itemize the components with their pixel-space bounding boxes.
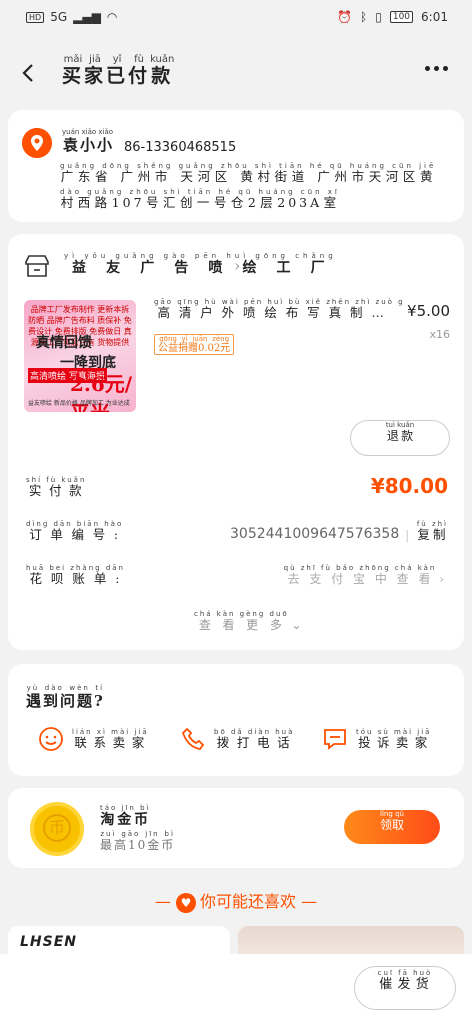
taojinbi-card: 币 淘金币táo jīn bì 最高10金币zuì gāo jīn bì 领取l… xyxy=(8,788,464,868)
more-icon[interactable] xyxy=(425,66,448,71)
nav-bar: 买mǎi家jiā已yǐ付fù款kuǎn xyxy=(0,50,472,96)
bottom-bar: 催发货cuī fā huò xyxy=(0,954,472,1024)
charity-tag: 公益捐赠0.02元gōng yì juān zèng xyxy=(154,334,235,355)
product-price: ¥5.00 xyxy=(407,302,450,320)
page-title: 买mǎi家jiā已yǐ付fù款kuǎn xyxy=(62,54,175,87)
phone-icon xyxy=(181,727,205,750)
brand-logo: LHSEN xyxy=(20,934,78,950)
signal-icon: ▂▄▆ xyxy=(73,10,101,24)
wifi-icon: ◠ xyxy=(106,10,118,24)
address-card[interactable]: 袁小小yuán xiǎo xiǎo 86-13360468515 广东省 广州市… xyxy=(8,110,464,222)
heart-icon: ♥ xyxy=(175,892,196,913)
contact-seller-button[interactable]: 联系卖家lián xì mài jiā xyxy=(38,726,149,752)
call-button[interactable]: 拨打电话bō dǎ diàn huà xyxy=(180,726,294,752)
product-title[interactable]: 高清户外喷绘布写真制作广告…gāo qīng hù wài pēn huì bù… xyxy=(154,298,402,321)
network-indicator: 5G xyxy=(50,10,68,24)
order-number-label: 订单编号:dìng dān biān hào xyxy=(26,520,124,542)
complaint-icon xyxy=(324,729,346,750)
recommend-header: — ♥ 你可能还喜欢 — xyxy=(154,892,318,913)
complain-seller-button[interactable]: 投诉卖家tóu sù mài jiā xyxy=(322,726,431,752)
copy-button[interactable]: | 复制fù zhì xyxy=(405,520,448,543)
view-more-button[interactable]: 查看更多chá kàn gèng duō ⌄ xyxy=(194,610,304,633)
chat-face-icon xyxy=(39,727,63,751)
huabei-link[interactable]: 去支付宝中查看qù zhī fù bǎo zhōng chá kàn › xyxy=(284,564,446,587)
back-icon[interactable] xyxy=(18,62,40,84)
alarm-icon: ⏰ xyxy=(337,10,353,24)
claim-button[interactable]: 领取lǐng qǔ xyxy=(344,810,440,844)
order-number: 3052441009647576358 xyxy=(230,526,400,542)
paid-amount: ¥80.00 xyxy=(370,474,448,498)
recipient-address: 广东省 广州市 天河区 黄村街道 广州市天河区黄村西路107号汇创一号仓2层20… xyxy=(60,162,437,210)
hd-indicator: HD xyxy=(26,11,45,23)
vibrate-icon: ▯ xyxy=(375,10,382,24)
recipient-phone: 86-13360468515 xyxy=(124,140,237,155)
shop-icon xyxy=(25,255,49,277)
order-card: 益友广告喷绘工厂yì yǒu guǎng gào pēn huì gōng ch… xyxy=(8,234,464,650)
refund-button[interactable]: 退款tuì kuǎn xyxy=(350,420,450,456)
product-quantity: x16 xyxy=(429,328,450,341)
coin-name: 淘金币táo jīn bì xyxy=(100,804,151,828)
battery-icon: 100 xyxy=(389,11,414,23)
location-pin-icon xyxy=(22,128,52,158)
help-card: 遇到问题?yù dào wèn tí 联系卖家lián xì mài jiā 拨… xyxy=(8,664,464,776)
paid-label: 实付款shí fù kuǎn xyxy=(26,476,87,498)
recipient-name: 袁小小yuán xiǎo xiǎo xyxy=(62,128,114,154)
shop-name[interactable]: 益友广告喷绘工厂yì yǒu guǎng gào pēn huì gōng ch… xyxy=(64,252,337,277)
remind-ship-button[interactable]: 催发货cuī fā huò xyxy=(354,966,456,1010)
clock: 6:01 xyxy=(421,10,448,24)
status-bar: HD 5G ▂▄▆ ◠ ⏰ ᛒ ▯ 100 6:01 xyxy=(0,0,472,34)
huabei-label: 花呗账单:huā bei zhàng dān xyxy=(26,564,125,586)
coin-icon: 币 xyxy=(30,802,84,856)
bluetooth-icon: ᛒ xyxy=(360,10,368,24)
coin-subtitle: 最高10金币zuì gāo jīn bì xyxy=(100,830,176,852)
product-image[interactable]: 品牌工厂发布制作 更新本拆防晒 品牌广告布料 质保补 免费设计 免费排版 免费做… xyxy=(24,300,136,412)
help-title: 遇到问题?yù dào wèn tí xyxy=(26,684,105,710)
chevron-right-icon[interactable]: › xyxy=(234,256,240,275)
